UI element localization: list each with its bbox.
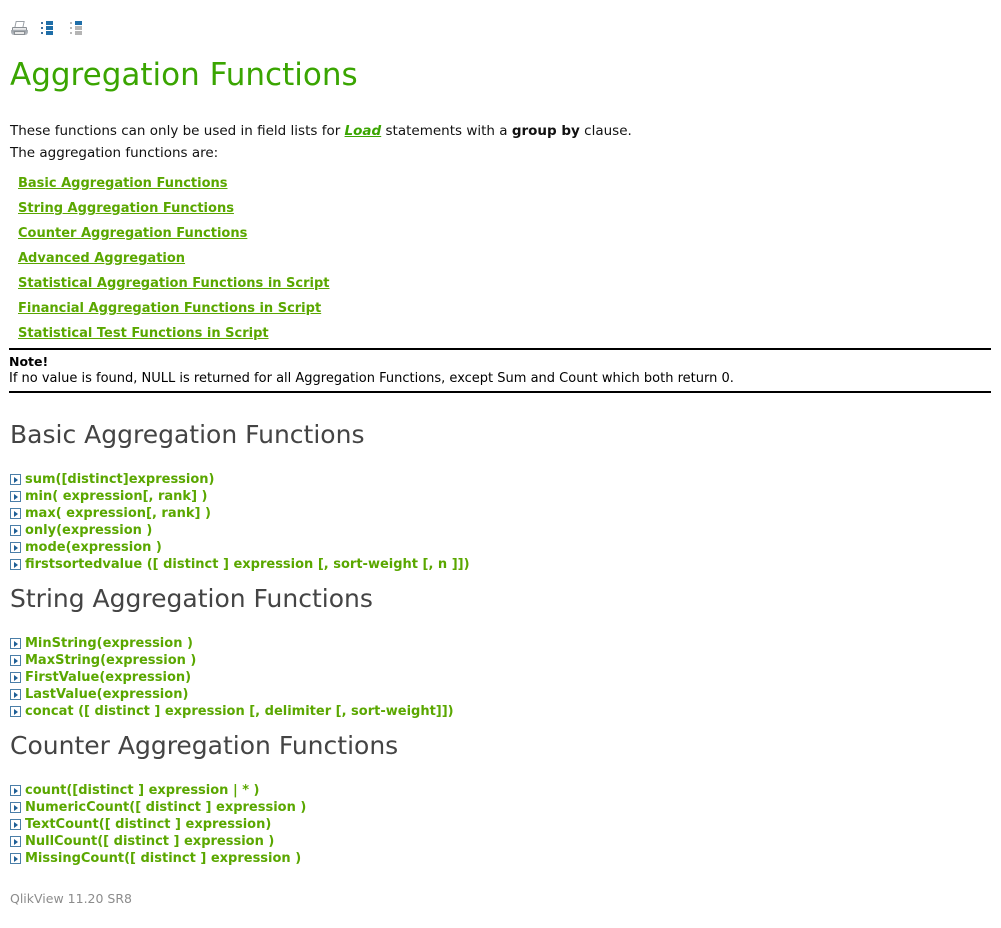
function-list-item[interactable]: min( expression[, rank] ) [10,488,470,505]
function-list-item[interactable]: FirstValue(expression) [10,669,454,686]
function-list-item[interactable]: firstsortedvalue ([ distinct ] expressio… [10,556,470,573]
function-name[interactable]: LastValue(expression) [25,686,188,703]
function-name[interactable]: sum([distinct]expression) [25,471,215,488]
function-name[interactable]: concat ([ distinct ] expression [, delim… [25,703,454,720]
toc-link-basic-aggregation-functions[interactable]: Basic Aggregation Functions [18,171,330,196]
function-list: sum([distinct]expression) min( expressio… [10,471,470,573]
function-list: MinString(expression ) MaxString(express… [10,635,454,720]
function-name[interactable]: NullCount([ distinct ] expression ) [25,833,274,850]
expand-triangle-icon[interactable] [10,819,21,830]
function-list-item[interactable]: MinString(expression ) [10,635,454,652]
intro-text-after: clause. [579,123,632,139]
expand-triangle-icon[interactable] [10,785,21,796]
function-list-item[interactable]: mode(expression ) [10,539,470,556]
function-name[interactable]: MinString(expression ) [25,635,193,652]
print-icon[interactable] [11,19,29,37]
function-list-item[interactable]: MissingCount([ distinct ] expression ) [10,850,398,867]
toc-link-counter-aggregation-functions[interactable]: Counter Aggregation Functions [18,221,330,246]
expand-triangle-icon[interactable] [10,706,21,717]
toolbar [11,17,87,39]
section-basic-aggregation-functions: Basic Aggregation Functions sum([distinc… [10,420,470,573]
expand-triangle-icon[interactable] [10,689,21,700]
function-name[interactable]: min( expression[, rank] ) [25,488,207,505]
expand-triangle-icon[interactable] [10,672,21,683]
page-title: Aggregation Functions [10,57,358,93]
section-heading: Basic Aggregation Functions [10,420,365,449]
intro-line-2: The aggregation functions are: [10,145,219,161]
intro-line-1: These functions can only be used in fiel… [10,120,632,142]
collapse-all-glyph [70,21,86,35]
expand-triangle-icon[interactable] [10,836,21,847]
toc-link-advanced-aggregation[interactable]: Advanced Aggregation [18,246,330,271]
function-name[interactable]: count([distinct ] expression | * ) [25,782,260,799]
function-name[interactable]: max( expression[, rank] ) [25,505,211,522]
function-list-item[interactable]: concat ([ distinct ] expression [, delim… [10,703,454,720]
section-string-aggregation-functions: String Aggregation Functions MinString(e… [10,584,454,720]
toc-link-string-aggregation-functions[interactable]: String Aggregation Functions [18,196,330,221]
expand-triangle-icon[interactable] [10,474,21,485]
intro-text: These functions can only be used in fiel… [10,120,632,164]
function-name[interactable]: firstsortedvalue ([ distinct ] expressio… [25,556,470,573]
note-body: If no value is found, NULL is returned f… [9,371,734,386]
expand-triangle-icon[interactable] [10,542,21,553]
function-name[interactable]: NumericCount([ distinct ] expression ) [25,799,306,816]
toc-link-statistical-aggregation-functions-in-script[interactable]: Statistical Aggregation Functions in Scr… [18,271,330,296]
load-link[interactable]: Load [345,123,382,139]
collapse-all-icon[interactable] [69,19,87,37]
expand-triangle-icon[interactable] [10,853,21,864]
function-list-item[interactable]: max( expression[, rank] ) [10,505,470,522]
function-name[interactable]: MaxString(expression ) [25,652,196,669]
function-list-item[interactable]: only(expression ) [10,522,470,539]
function-name[interactable]: only(expression ) [25,522,152,539]
function-list-item[interactable]: TextCount([ distinct ] expression) [10,816,398,833]
toc-link-financial-aggregation-functions-in-script[interactable]: Financial Aggregation Functions in Scrip… [18,296,330,321]
function-list-item[interactable]: LastValue(expression) [10,686,454,703]
expand-triangle-icon[interactable] [10,491,21,502]
function-list-item[interactable]: NumericCount([ distinct ] expression ) [10,799,398,816]
function-name[interactable]: FirstValue(expression) [25,669,191,686]
expand-triangle-icon[interactable] [10,802,21,813]
expand-triangle-icon[interactable] [10,655,21,666]
expand-triangle-icon[interactable] [10,638,21,649]
section-heading: Counter Aggregation Functions [10,731,399,760]
section-counter-aggregation-functions: Counter Aggregation Functions count([dis… [10,731,398,867]
intro-text-mid: statements with a [381,123,512,139]
intro-group-by-keyword: group by [511,123,580,139]
expand-triangle-icon[interactable] [10,525,21,536]
expand-triangle-icon[interactable] [10,508,21,519]
function-name[interactable]: mode(expression ) [25,539,162,556]
function-name[interactable]: MissingCount([ distinct ] expression ) [25,850,301,867]
expand-triangle-icon[interactable] [10,559,21,570]
toc-link-statistical-test-functions-in-script[interactable]: Statistical Test Functions in Script [18,321,330,346]
section-heading: String Aggregation Functions [10,584,373,613]
expand-all-icon[interactable] [40,19,58,37]
footer-version-label: QlikView 11.20 SR8 [10,891,132,906]
function-list: count([distinct ] expression | * ) Numer… [10,782,398,867]
printer-output-shape [14,31,25,35]
note-box: Note! If no value is found, NULL is retu… [9,348,991,393]
function-list-item[interactable]: MaxString(expression ) [10,652,454,669]
toc-links: Basic Aggregation Functions String Aggre… [18,171,330,346]
intro-text-before-link: These functions can only be used in fiel… [10,123,345,139]
function-list-item[interactable]: NullCount([ distinct ] expression ) [10,833,398,850]
function-list-item[interactable]: count([distinct ] expression | * ) [10,782,398,799]
function-name[interactable]: TextCount([ distinct ] expression) [25,816,271,833]
note-title: Note! [9,354,49,369]
expand-all-glyph [41,21,57,35]
function-list-item[interactable]: sum([distinct]expression) [10,471,470,488]
